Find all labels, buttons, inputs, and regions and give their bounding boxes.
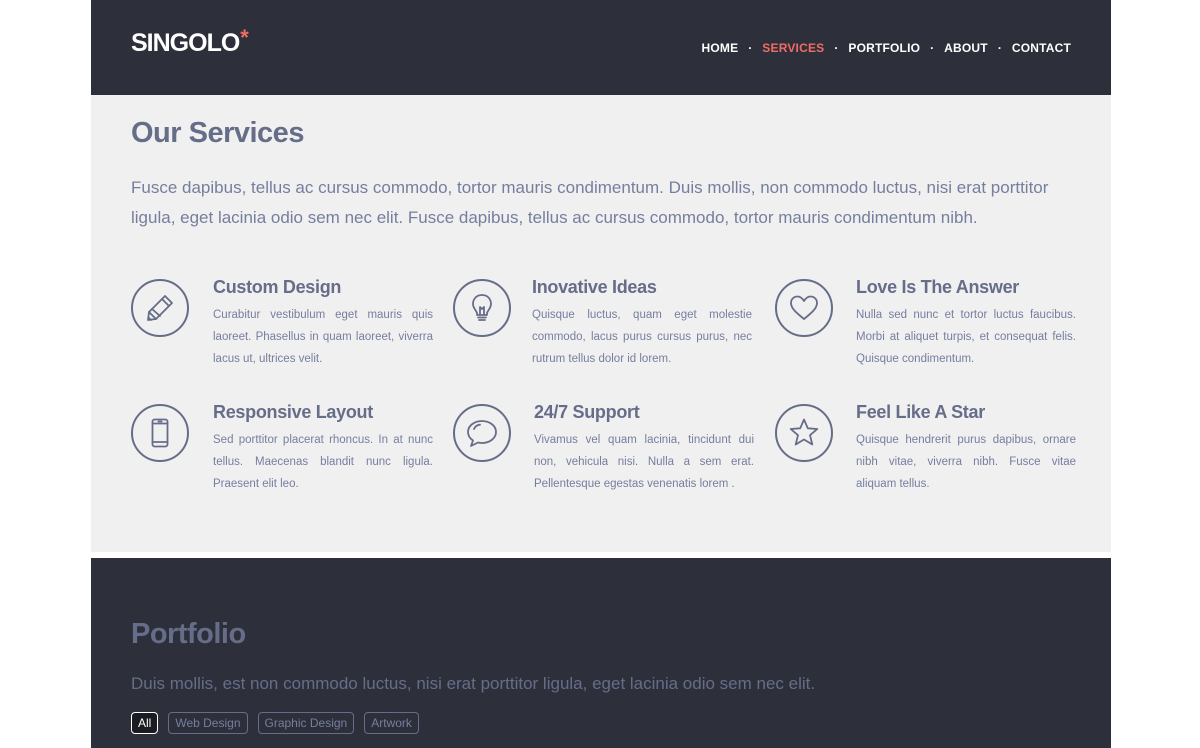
portfolio-title: Portfolio xyxy=(131,618,246,650)
smartphone-icon xyxy=(131,404,189,462)
service-text: Sed porttitor placerat rhoncus. In at nu… xyxy=(213,434,433,490)
nav-portfolio[interactable]: PORTFOLIO xyxy=(848,41,920,55)
logo-text: SINGOLO xyxy=(131,29,240,57)
service-title: Custom Design xyxy=(213,277,342,297)
main-nav: HOME · SERVICES · PORTFOLIO · ABOUT · CO… xyxy=(701,41,1071,55)
filter-all[interactable]: All xyxy=(131,712,159,734)
nav-separator: · xyxy=(930,41,935,55)
service-title: Responsive Layout xyxy=(213,402,373,422)
service-text: Nulla sed nunc et tortor luctus faucibus… xyxy=(856,309,1076,365)
nav-about[interactable]: ABOUT xyxy=(944,41,988,55)
service-title: Love Is The Answer xyxy=(856,277,1019,297)
service-item: Inovative Ideas Quisque luctus, quam ege… xyxy=(453,277,763,387)
nav-separator: · xyxy=(997,41,1002,55)
portfolio-filters: All Web Design Graphic Design Artwork xyxy=(131,712,429,734)
service-text: Vivamus vel quam lacinia, tincidunt dui … xyxy=(534,434,754,490)
service-title: Feel Like A Star xyxy=(856,402,985,422)
service-title: 24/7 Support xyxy=(534,402,640,422)
service-title: Inovative Ideas xyxy=(532,277,657,297)
star-icon xyxy=(775,404,833,462)
page: SINGOLO* HOME · SERVICES · PORTFOLIO · A… xyxy=(0,0,1200,748)
portfolio-description: Duis mollis, est non commodo luctus, nis… xyxy=(131,674,816,693)
service-text: Curabitur vestibulum eget mauris quis la… xyxy=(213,309,433,365)
services-title: Our Services xyxy=(131,117,304,149)
service-text: Quisque luctus, quam eget molestie commo… xyxy=(532,309,752,365)
pencil-icon xyxy=(131,279,189,337)
filter-graphic-design[interactable]: Graphic Design xyxy=(257,712,355,734)
nav-services[interactable]: SERVICES xyxy=(762,41,824,55)
logo[interactable]: SINGOLO* xyxy=(131,25,249,59)
nav-separator: · xyxy=(748,41,753,55)
service-item: Feel Like A Star Quisque hendrerit purus… xyxy=(775,402,1085,512)
service-item: Love Is The Answer Nulla sed nunc et tor… xyxy=(775,277,1085,387)
nav-separator: · xyxy=(834,41,839,55)
chat-bubble-icon xyxy=(453,404,511,462)
lightbulb-icon xyxy=(453,279,511,337)
services-section: Our Services Fusce dapibus, tellus ac cu… xyxy=(91,95,1111,552)
service-item: Responsive Layout Sed porttitor placerat… xyxy=(131,402,441,512)
heart-icon xyxy=(775,279,833,337)
site-header: SINGOLO* HOME · SERVICES · PORTFOLIO · A… xyxy=(91,0,1111,95)
services-description: Fusce dapibus, tellus ac cursus commodo,… xyxy=(131,178,1049,227)
portfolio-section: Portfolio Duis mollis, est non commodo l… xyxy=(91,558,1111,748)
filter-artwork[interactable]: Artwork xyxy=(364,712,419,734)
service-item: Custom Design Curabitur vestibulum eget … xyxy=(131,277,441,387)
filter-web-design[interactable]: Web Design xyxy=(168,712,248,734)
logo-asterisk-icon: * xyxy=(240,25,249,50)
service-text: Quisque hendrerit purus dapibus, ornare … xyxy=(856,434,1076,490)
service-item: 24/7 Support Vivamus vel quam lacinia, t… xyxy=(453,402,763,512)
nav-home[interactable]: HOME xyxy=(701,41,738,55)
nav-contact[interactable]: CONTACT xyxy=(1012,41,1071,55)
